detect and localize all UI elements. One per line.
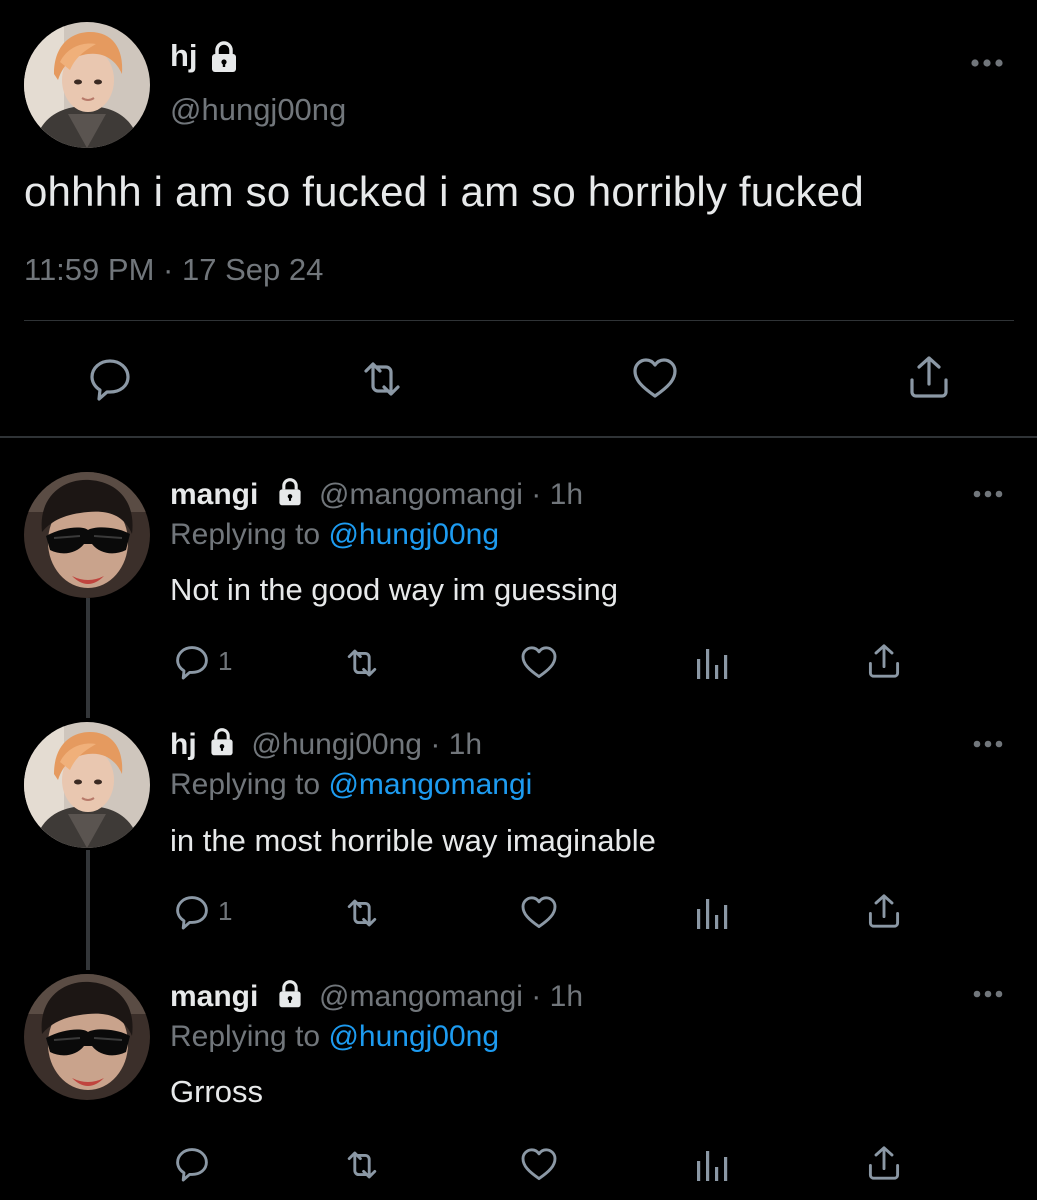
- analytics-bars-icon[interactable]: [692, 1145, 732, 1185]
- reply-action-button[interactable]: 1: [172, 642, 242, 682]
- reply-header: hj @hungj00ng · 1h: [170, 728, 482, 762]
- like-heart-icon[interactable]: [519, 1145, 559, 1185]
- reply-icon[interactable]: [85, 354, 135, 404]
- reply-dot-separator: ·: [531, 980, 542, 1013]
- replying-to-mention[interactable]: @hungj00ng: [328, 1020, 499, 1053]
- reply-handle[interactable]: @mangomangi: [319, 478, 523, 511]
- reply-count: 1: [218, 896, 233, 926]
- protected-lock-icon: [279, 478, 301, 506]
- reply-action-button[interactable]: 1: [172, 892, 242, 932]
- replying-to-mention[interactable]: @hungj00ng: [328, 518, 499, 551]
- reply-icon: [176, 1148, 208, 1182]
- main-tweet-avatar[interactable]: [24, 22, 150, 148]
- reply-avatar[interactable]: [24, 974, 150, 1100]
- avatar-photo-orange-hair-icon: [24, 722, 150, 848]
- main-tweet-display-name[interactable]: hj: [170, 38, 198, 74]
- reply-handle[interactable]: @mangomangi: [319, 980, 523, 1013]
- replying-to-label: Replying to: [170, 518, 321, 551]
- reply-age[interactable]: 1h: [550, 980, 583, 1013]
- reply-avatar[interactable]: [24, 472, 150, 598]
- like-heart-icon[interactable]: [630, 354, 680, 404]
- like-heart-icon[interactable]: [519, 893, 559, 933]
- reply-icon: [176, 646, 208, 680]
- reply-handle[interactable]: @hungj00ng: [251, 728, 422, 761]
- reply-text: Not in the good way im guessing: [170, 572, 619, 607]
- analytics-bars-icon[interactable]: [692, 643, 732, 683]
- reply-avatar[interactable]: [24, 722, 150, 848]
- replying-to-mention[interactable]: @mangomangi: [328, 768, 532, 801]
- reply-display-name[interactable]: mangi: [170, 980, 258, 1013]
- protected-lock-icon: [279, 980, 301, 1008]
- like-heart-icon[interactable]: [519, 643, 559, 683]
- share-icon[interactable]: [864, 1143, 904, 1183]
- reply-text: in the most horrible way imaginable: [170, 823, 656, 858]
- replying-to-label: Replying to: [170, 768, 321, 801]
- reply-display-name[interactable]: mangi: [170, 478, 258, 511]
- avatar-photo-orange-hair-icon: [24, 22, 150, 148]
- share-icon[interactable]: [904, 352, 954, 402]
- replying-to-line: Replying to @hungj00ng: [170, 1020, 499, 1054]
- reply-display-name[interactable]: hj: [170, 728, 197, 761]
- main-tweet-handle[interactable]: @hungj00ng: [170, 92, 346, 128]
- reply-count: 1: [218, 646, 233, 676]
- reply-age[interactable]: 1h: [449, 728, 482, 761]
- section-divider: [0, 436, 1037, 438]
- thread-connector-line: [86, 598, 90, 718]
- reply-header: mangi @mangomangi · 1h: [170, 980, 583, 1014]
- retweet-icon[interactable]: [342, 893, 382, 933]
- main-tweet-timestamp[interactable]: 11:59 PM · 17 Sep 24: [24, 252, 323, 288]
- more-options-icon[interactable]: [972, 988, 1004, 1000]
- avatar-photo-sunglasses-icon: [24, 472, 150, 598]
- retweet-icon[interactable]: [357, 354, 407, 404]
- replying-to-line: Replying to @hungj00ng: [170, 518, 499, 552]
- main-tweet-text: ohhhh i am so fucked i am so horribly fu…: [24, 168, 864, 215]
- reply-age[interactable]: 1h: [550, 478, 583, 511]
- share-icon[interactable]: [864, 641, 904, 681]
- avatar-photo-sunglasses-icon: [24, 974, 150, 1100]
- protected-lock-icon: [211, 728, 233, 756]
- reply-dot-separator: ·: [531, 478, 542, 511]
- main-tweet-date: 17 Sep 24: [181, 252, 324, 287]
- retweet-icon[interactable]: [342, 643, 382, 683]
- main-tweet-time: 11:59 PM: [24, 252, 155, 287]
- reply-dot-separator: ·: [430, 728, 441, 761]
- divider: [24, 320, 1014, 321]
- analytics-bars-icon[interactable]: [692, 893, 732, 933]
- more-options-icon[interactable]: [972, 488, 1004, 500]
- reply-header: mangi @mangomangi · 1h: [170, 478, 583, 512]
- replying-to-line: Replying to @mangomangi: [170, 768, 532, 802]
- more-options-icon[interactable]: [970, 56, 1004, 70]
- reply-action-button[interactable]: [172, 1144, 242, 1184]
- more-options-icon[interactable]: [972, 738, 1004, 750]
- thread-connector-line: [86, 850, 90, 970]
- reply-icon: [176, 896, 208, 930]
- reply-text: Grross: [170, 1074, 263, 1109]
- share-icon[interactable]: [864, 891, 904, 931]
- timestamp-separator: ·: [163, 252, 174, 287]
- retweet-icon[interactable]: [342, 1145, 382, 1185]
- replying-to-label: Replying to: [170, 1020, 321, 1053]
- protected-lock-icon: [212, 41, 236, 72]
